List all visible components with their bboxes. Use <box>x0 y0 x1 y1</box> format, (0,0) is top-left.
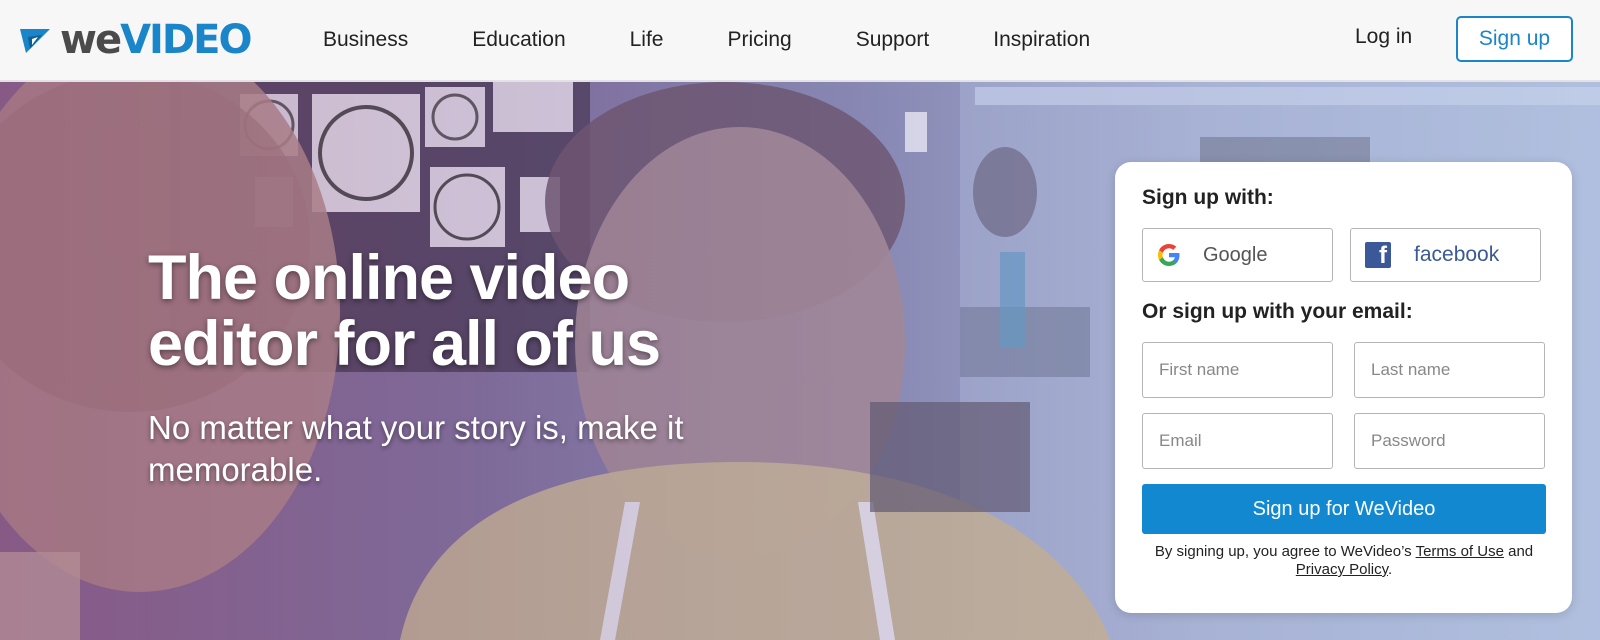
signup-card-title: Sign up with: <box>1142 186 1274 209</box>
logo-video: VIDEO <box>120 17 252 63</box>
signup-submit-button[interactable]: Sign up for WeVideo <box>1142 484 1546 534</box>
facebook-icon: f <box>1365 242 1391 269</box>
google-icon <box>1158 244 1180 266</box>
nav-item-support[interactable]: Support <box>856 28 930 52</box>
email-input[interactable] <box>1142 413 1333 469</box>
site-header: weVIDEO Business Education Life Pricing … <box>0 0 1600 82</box>
privacy-policy-link[interactable]: Privacy Policy <box>1296 561 1388 578</box>
google-label: Google <box>1203 244 1268 266</box>
nav-item-life[interactable]: Life <box>630 28 664 52</box>
password-input[interactable] <box>1354 413 1545 469</box>
nav-item-inspiration[interactable]: Inspiration <box>993 28 1090 52</box>
nav-item-business[interactable]: Business <box>323 28 408 52</box>
wevideo-logo-icon <box>20 29 50 53</box>
terms-suffix: . <box>1388 561 1393 578</box>
login-link[interactable]: Log in <box>1355 25 1412 49</box>
signup-card: Sign up with: Google f facebook Or sign … <box>1115 162 1572 613</box>
nav-item-pricing[interactable]: Pricing <box>727 28 791 52</box>
main-nav: Business Education Life Pricing Support … <box>323 0 1154 80</box>
logo-we: we <box>60 17 122 63</box>
facebook-signup-button[interactable]: f facebook <box>1350 228 1541 282</box>
nav-item-education[interactable]: Education <box>472 28 565 52</box>
hero-headline: The online video editor for all of us <box>148 243 661 379</box>
facebook-label: facebook <box>1414 243 1500 266</box>
wevideo-logo[interactable]: weVIDEO <box>18 10 252 70</box>
last-name-input[interactable] <box>1354 342 1545 398</box>
terms-notice: By signing up, you agree to WeVideo’s Te… <box>1142 543 1546 579</box>
terms-prefix: By signing up, you agree to WeVideo’s <box>1154 543 1416 560</box>
google-signup-button[interactable]: Google <box>1142 228 1333 282</box>
hero-subhead: No matter what your story is, make it me… <box>148 409 684 488</box>
terms-of-use-link[interactable]: Terms of Use <box>1416 543 1504 560</box>
signup-button[interactable]: Sign up <box>1456 16 1573 62</box>
logo-wordmark: weVIDEO <box>60 17 252 63</box>
terms-and: and <box>1503 543 1534 560</box>
email-signup-title: Or sign up with your email: <box>1142 300 1413 323</box>
first-name-input[interactable] <box>1142 342 1333 398</box>
